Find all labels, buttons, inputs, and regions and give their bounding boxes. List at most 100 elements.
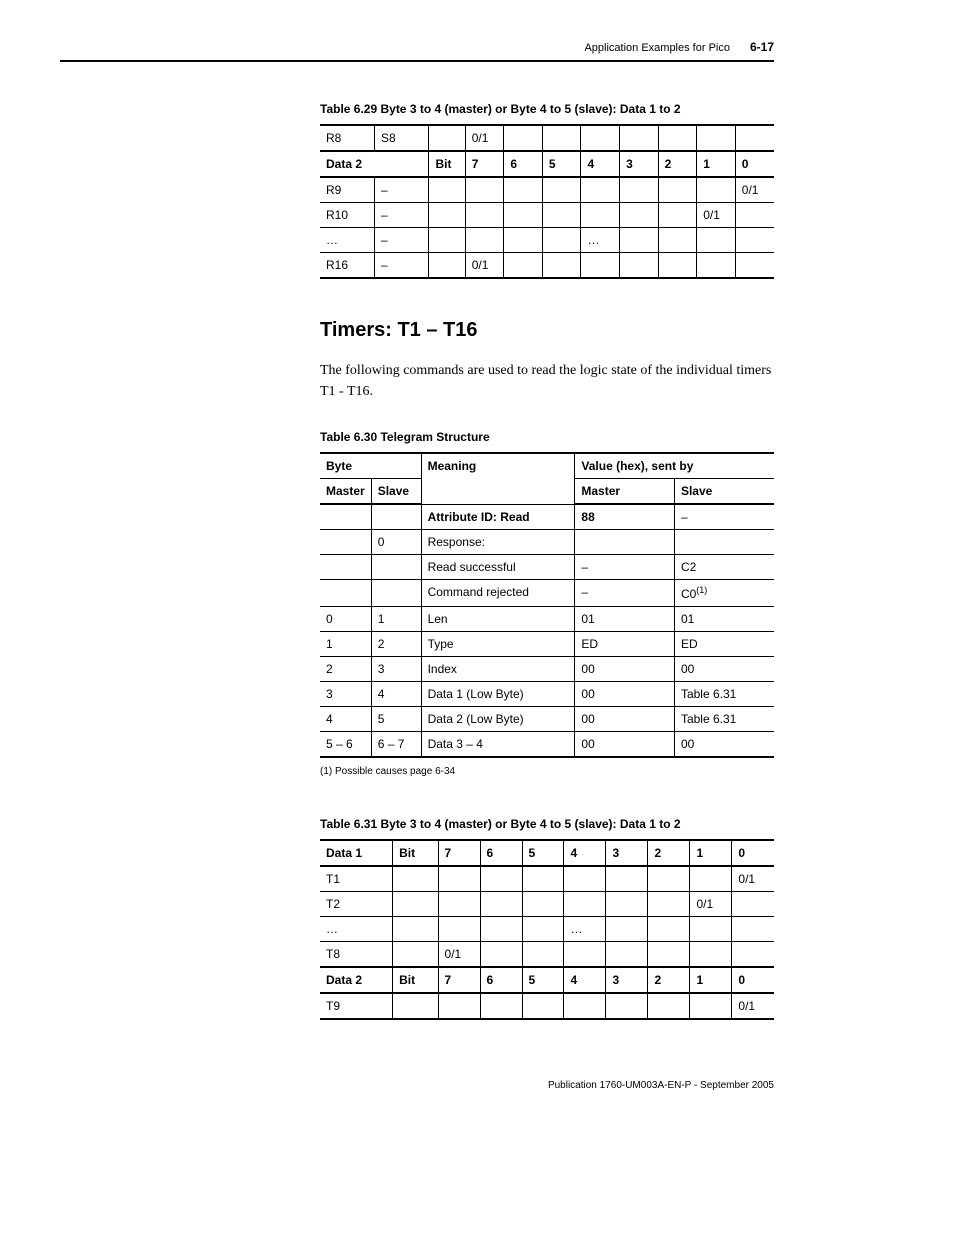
table-cell: … (320, 228, 374, 253)
table-cell: R16 (320, 253, 374, 279)
table-cell (658, 203, 697, 228)
table-cell: 1 (697, 151, 736, 177)
table-cell: … (581, 228, 620, 253)
table-cell: 0/1 (690, 892, 732, 917)
table-cell: 00 (674, 657, 774, 682)
table-cell: Data 2 (320, 967, 393, 993)
table-cell (504, 203, 543, 228)
table-cell: 3 (371, 657, 421, 682)
table-629: R8S80/1Data 2Bit76543210R9–0/1R10–0/1…–…… (320, 124, 774, 279)
table-cell: Data 2 (Low Byte) (421, 707, 575, 732)
table-cell (735, 228, 774, 253)
table-cell: 4 (564, 840, 606, 866)
table-cell: 2 (320, 657, 371, 682)
table-cell: 5 (371, 707, 421, 732)
table-cell (393, 892, 438, 917)
table-cell (429, 253, 465, 279)
table-cell: 00 (575, 657, 675, 682)
table-cell: Command rejected (421, 580, 575, 607)
table-cell: S8 (374, 125, 428, 151)
table-cell: Bit (393, 967, 438, 993)
table-cell: 0/1 (465, 253, 504, 279)
table-cell: 7 (438, 967, 480, 993)
table-cell (320, 580, 371, 607)
table-cell (606, 892, 648, 917)
col-value-slave: Slave (674, 479, 774, 505)
table-cell: 1 (690, 967, 732, 993)
table-cell: ED (674, 632, 774, 657)
table-cell: Table 6.31 (674, 682, 774, 707)
table-cell (393, 866, 438, 892)
table-630-caption: Table 6.30 Telegram Structure (320, 430, 774, 444)
table-cell (658, 125, 697, 151)
table-cell (735, 253, 774, 279)
table-cell (606, 917, 648, 942)
table-cell (581, 253, 620, 279)
table-cell (620, 203, 659, 228)
table-cell: 0 (735, 151, 774, 177)
section-body-text: The following commands are used to read … (320, 360, 774, 402)
table-cell: 3 (320, 682, 371, 707)
table-cell (465, 228, 504, 253)
table-cell (429, 203, 465, 228)
table-cell: Data 2 (320, 151, 429, 177)
table-cell (371, 555, 421, 580)
table-cell (648, 892, 690, 917)
table-cell (438, 993, 480, 1019)
table-cell: T8 (320, 942, 393, 968)
table-cell: 4 (371, 682, 421, 707)
table-cell: 7 (465, 151, 504, 177)
table-cell (320, 530, 371, 555)
header-page-number: 6-17 (750, 40, 774, 54)
table-cell: 2 (648, 967, 690, 993)
table-cell: 3 (606, 967, 648, 993)
table-cell (480, 866, 522, 892)
table-629-caption: Table 6.29 Byte 3 to 4 (master) or Byte … (320, 102, 774, 116)
table-cell (438, 892, 480, 917)
table-cell (697, 177, 736, 203)
table-cell (480, 993, 522, 1019)
table-cell (697, 253, 736, 279)
table-cell: Index (421, 657, 575, 682)
col-master: Master (320, 479, 371, 505)
table-cell (320, 555, 371, 580)
table-cell (648, 993, 690, 1019)
table-cell: T9 (320, 993, 393, 1019)
table-cell (581, 125, 620, 151)
table-cell (480, 892, 522, 917)
table-cell: Response: (421, 530, 575, 555)
table-cell (393, 993, 438, 1019)
table-cell (658, 253, 697, 279)
table-cell (438, 917, 480, 942)
col-value-master: Master (575, 479, 675, 505)
table-cell (581, 177, 620, 203)
table-cell (697, 125, 736, 151)
table-cell: … (320, 917, 393, 942)
table-cell (438, 866, 480, 892)
table-cell (564, 993, 606, 1019)
table-cell (620, 228, 659, 253)
table-cell (648, 917, 690, 942)
table-cell: Table 6.31 (674, 707, 774, 732)
table-cell (735, 203, 774, 228)
table-cell: 0/1 (732, 866, 774, 892)
table-cell: 0 (732, 967, 774, 993)
table-cell: Len (421, 607, 575, 632)
table-cell: Read successful (421, 555, 575, 580)
table-cell: – (575, 580, 675, 607)
table-cell: Data 1 (320, 840, 393, 866)
table-cell: 1 (371, 607, 421, 632)
table-631: Data 1Bit76543210T10/1T20/1……T80/1Data 2… (320, 839, 774, 1020)
page-header: Application Examples for Pico 6-17 (60, 40, 774, 62)
main-content: Table 6.29 Byte 3 to 4 (master) or Byte … (320, 102, 774, 1020)
table-cell: 0/1 (735, 177, 774, 203)
table-cell (564, 892, 606, 917)
table-cell (620, 125, 659, 151)
table-cell (690, 942, 732, 968)
section-heading-timers: Timers: T1 – T16 (320, 319, 774, 342)
table-cell (542, 253, 581, 279)
table-cell: 6 – 7 (371, 732, 421, 758)
table-cell: Data 3 – 4 (421, 732, 575, 758)
table-cell: – (374, 177, 428, 203)
table-cell (429, 228, 465, 253)
